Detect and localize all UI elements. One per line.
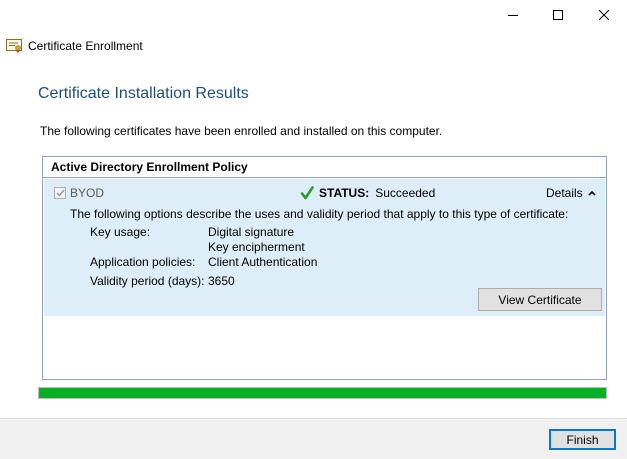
- view-certificate-button[interactable]: View Certificate: [478, 288, 602, 311]
- key-usage-value: Digital signature: [208, 225, 295, 239]
- close-icon: [599, 10, 609, 20]
- wizard-footer: Finish: [0, 418, 627, 459]
- validity-period-label: Validity period (days):: [90, 274, 205, 288]
- certificate-checkbox[interactable]: [54, 187, 66, 199]
- close-button[interactable]: [581, 0, 627, 30]
- wizard-header: Certificate Enrollment: [6, 37, 143, 55]
- enrollment-policy-box: Active Directory Enrollment Policy BYOD …: [42, 156, 607, 380]
- status-value: Succeeded: [375, 186, 436, 200]
- certificate-row: BYOD: [54, 185, 104, 201]
- validity-period-value: 3650: [208, 274, 235, 288]
- application-policies-value: Client Authentication: [208, 255, 318, 269]
- page-title: Certificate Installation Results: [38, 85, 249, 102]
- status-indicator: STATUS: Succeeded: [300, 184, 435, 202]
- maximize-button[interactable]: [535, 0, 581, 30]
- details-toggle[interactable]: Details: [546, 185, 596, 201]
- finish-button[interactable]: Finish: [549, 429, 616, 450]
- application-policies-label: Application policies:: [90, 255, 196, 269]
- certificate-name: BYOD: [70, 186, 105, 200]
- checkmark-icon: [55, 189, 65, 197]
- chevron-up-icon: [588, 190, 596, 196]
- certificate-icon: [6, 39, 22, 53]
- key-usage-label: Key usage:: [90, 225, 151, 239]
- status-label: STATUS:: [319, 186, 370, 200]
- window-title: Certificate Enrollment: [28, 39, 143, 53]
- progress-fill: [39, 388, 606, 398]
- maximize-icon: [553, 10, 563, 20]
- title-bar: [0, 0, 627, 30]
- minimize-button[interactable]: [490, 0, 536, 30]
- success-check-icon: [300, 186, 314, 200]
- certificate-description: The following options describe the uses …: [70, 207, 569, 221]
- key-usage-value: Key encipherment: [208, 240, 305, 254]
- progress-bar: [38, 387, 607, 399]
- policy-name: Active Directory Enrollment Policy: [43, 157, 606, 178]
- details-label: Details: [546, 186, 583, 200]
- intro-text: The following certificates have been enr…: [40, 124, 443, 138]
- certificate-panel: BYOD STATUS: Succeeded Details The follo…: [44, 179, 605, 316]
- minimize-icon: [508, 15, 518, 16]
